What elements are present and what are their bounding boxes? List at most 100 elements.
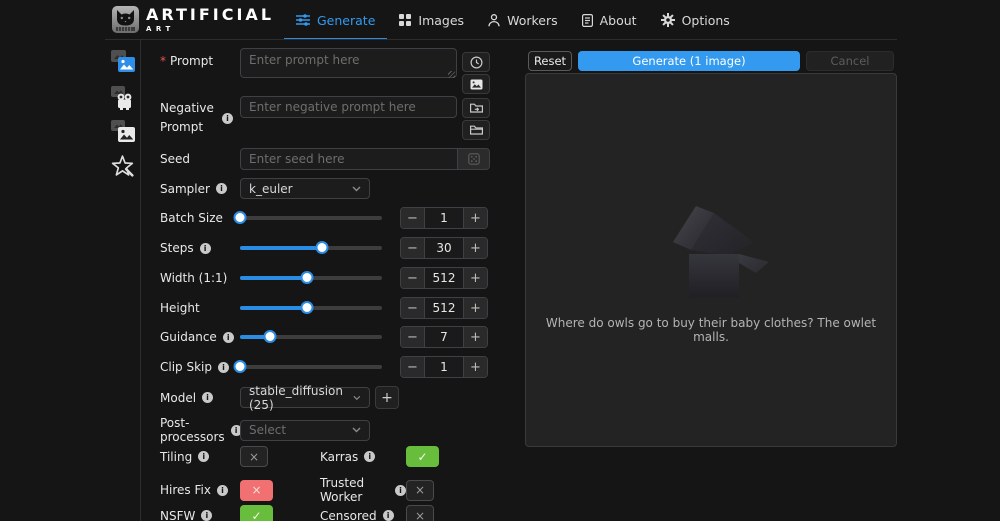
info-icon[interactable]: i <box>223 332 234 343</box>
info-icon[interactable]: i <box>395 485 406 496</box>
folder-icon <box>470 124 483 136</box>
model-select[interactable]: stable_diffusion (25) <box>240 387 370 408</box>
nav-tab-generate[interactable]: Generate <box>284 0 387 40</box>
nav-tab-images[interactable]: Images <box>387 0 476 40</box>
folder-open-icon <box>470 102 483 114</box>
post-processors-placeholder: Select <box>249 423 286 437</box>
slider-thumb[interactable] <box>316 241 329 254</box>
increment-button[interactable]: + <box>463 208 487 228</box>
nsfw-censored-row: NSFW i ✓ Censored i × <box>160 505 490 521</box>
info-icon[interactable]: i <box>383 510 394 521</box>
increment-button[interactable]: + <box>463 238 487 258</box>
generate-button[interactable]: Generate (1 image) <box>578 51 800 71</box>
width-stepper: − 512 + <box>400 267 488 289</box>
slider-thumb[interactable] <box>263 330 276 343</box>
steps-slider[interactable] <box>240 241 382 255</box>
increment-button[interactable]: + <box>463 327 487 347</box>
info-icon[interactable]: i <box>202 392 213 403</box>
prompt-label: * Prompt <box>160 54 240 68</box>
censored-toggle[interactable]: × <box>406 505 434 521</box>
prompt-history-button[interactable] <box>462 52 490 72</box>
main-nav: Generate Images Workers <box>284 0 742 40</box>
add-model-button[interactable]: + <box>375 386 399 409</box>
nav-tab-label: Images <box>418 13 464 28</box>
height-slider[interactable] <box>240 301 382 315</box>
info-icon[interactable]: i <box>222 113 233 124</box>
steps-value[interactable]: 30 <box>425 238 463 258</box>
height-value[interactable]: 512 <box>425 298 463 318</box>
nav-tab-workers[interactable]: Workers <box>476 0 570 40</box>
width-slider[interactable] <box>240 271 382 285</box>
nav-tab-options[interactable]: Options <box>649 0 742 40</box>
seed-input[interactable] <box>240 148 458 170</box>
batch-size-value[interactable]: 1 <box>425 208 463 228</box>
negative-prompt-input[interactable] <box>240 96 457 118</box>
increment-button[interactable]: + <box>463 268 487 288</box>
empty-box-icon <box>651 190 771 300</box>
steps-label: Stepsi <box>160 241 240 255</box>
info-icon[interactable]: i <box>198 451 209 462</box>
sidebar-item-image-gallery[interactable] <box>108 118 138 146</box>
guidance-value[interactable]: 7 <box>425 327 463 347</box>
slider-thumb[interactable] <box>300 301 313 314</box>
slider-thumb[interactable] <box>234 360 247 373</box>
slider-thumb[interactable] <box>234 211 247 224</box>
nav-tab-about[interactable]: About <box>570 0 649 40</box>
nsfw-toggle[interactable]: ✓ <box>240 505 273 521</box>
random-seed-button[interactable] <box>458 148 490 170</box>
info-icon[interactable]: i <box>218 362 229 373</box>
info-icon[interactable]: i <box>364 451 375 462</box>
reset-button[interactable]: Reset <box>528 51 572 71</box>
hires-fix-toggle[interactable]: × <box>240 480 273 501</box>
tiling-karras-row: Tiling i × Karras i ✓ <box>160 446 490 467</box>
nav-tab-label: Options <box>682 13 730 28</box>
slider-thumb[interactable] <box>300 271 313 284</box>
info-icon[interactable]: i <box>201 510 212 521</box>
height-row: Height − 512 + <box>160 297 490 319</box>
info-icon[interactable]: i <box>200 243 211 254</box>
nav-tab-label: Workers <box>507 13 558 28</box>
hires-fix-label: Hires Fix i <box>160 483 240 497</box>
sidebar-item-image-generation[interactable] <box>108 48 138 76</box>
sidebar-item-rate-images[interactable] <box>108 152 138 180</box>
sidebar-item-video-generation[interactable] <box>108 84 138 112</box>
tune-icon <box>296 14 310 26</box>
clip-skip-value[interactable]: 1 <box>425 357 463 377</box>
info-icon[interactable]: i <box>216 183 227 194</box>
clip-skip-slider[interactable] <box>240 360 382 374</box>
app-logo[interactable]: ARTIFICIAL ART <box>112 6 274 33</box>
guidance-slider[interactable] <box>240 330 382 344</box>
post-processors-select[interactable]: Select <box>240 420 370 441</box>
prompt-input[interactable] <box>240 48 457 78</box>
karras-toggle[interactable]: ✓ <box>406 446 439 467</box>
width-value[interactable]: 512 <box>425 268 463 288</box>
sampler-value: k_euler <box>249 182 293 196</box>
decrement-button[interactable]: − <box>401 268 425 288</box>
load-prompt-button[interactable] <box>462 120 490 140</box>
decrement-button[interactable]: − <box>401 298 425 318</box>
increment-button[interactable]: + <box>463 298 487 318</box>
nav-tab-label: About <box>600 13 637 28</box>
decrement-button[interactable]: − <box>401 238 425 258</box>
person-icon <box>488 14 500 27</box>
sampler-select[interactable]: k_euler <box>240 178 370 199</box>
guidance-stepper: − 7 + <box>400 326 488 348</box>
decrement-button[interactable]: − <box>401 327 425 347</box>
guidance-row: Guidancei − 7 + <box>160 326 490 348</box>
logo-title: ARTIFICIAL <box>146 7 274 23</box>
increment-button[interactable]: + <box>463 357 487 377</box>
batch-size-label: Batch Size <box>160 211 240 225</box>
censored-label: Censored i <box>320 509 406 521</box>
save-prompt-button[interactable] <box>462 98 490 118</box>
clip-skip-stepper: − 1 + <box>400 356 488 378</box>
cancel-button[interactable]: Cancel <box>806 51 894 71</box>
info-icon[interactable]: i <box>217 485 228 496</box>
decrement-button[interactable]: − <box>401 357 425 377</box>
decrement-button[interactable]: − <box>401 208 425 228</box>
tiling-toggle[interactable]: × <box>240 446 268 467</box>
trusted-worker-toggle[interactable]: × <box>406 480 434 501</box>
batch-size-slider[interactable] <box>240 211 382 225</box>
prompt-image-button[interactable] <box>462 74 490 94</box>
negative-prompt-label: Negative Prompt i <box>160 96 240 140</box>
seed-label: Seed <box>160 152 240 166</box>
